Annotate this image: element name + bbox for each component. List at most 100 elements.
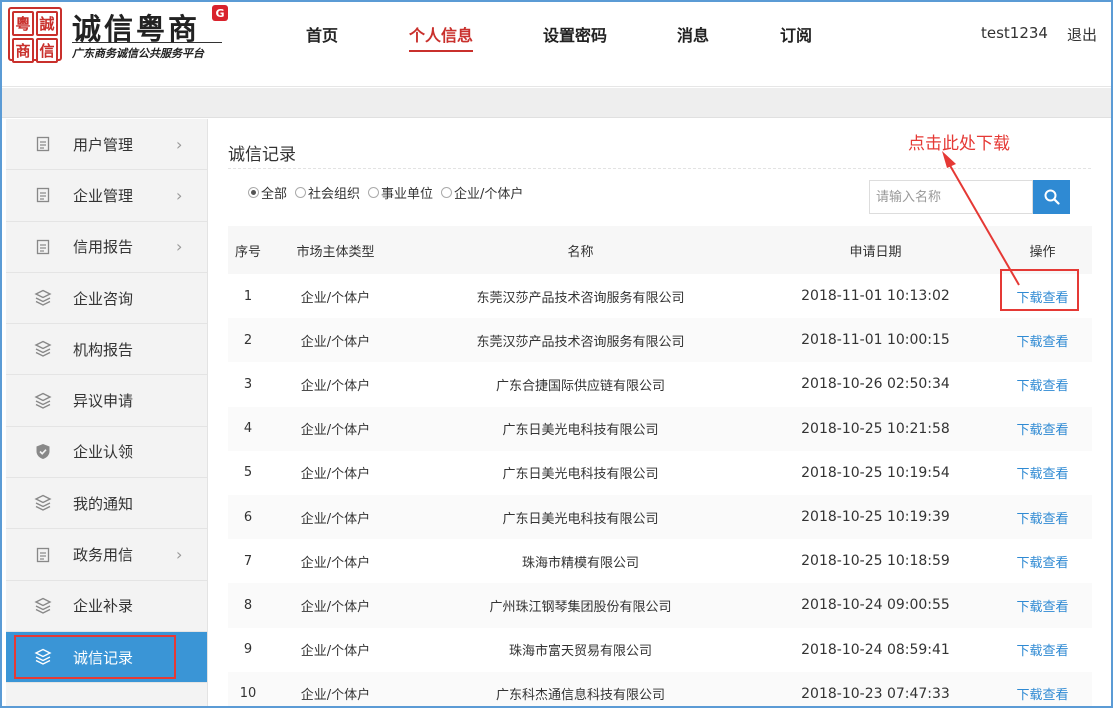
sidebar-item[interactable]: 异议申请 — [6, 375, 207, 427]
page-title: 诚信记录 — [228, 145, 296, 165]
cell-action: 下载查看 — [993, 671, 1092, 706]
sidebar-item[interactable]: 企业补录 — [6, 581, 207, 632]
download-view-link[interactable]: 下载查看 — [1016, 423, 1068, 438]
seal-char: 誠 — [36, 11, 58, 36]
seal-char: 商 — [12, 38, 34, 63]
filter-all[interactable]: 全部 — [248, 183, 287, 202]
cell-name: 东莞汉莎产品技术咨询服务有限公司 — [403, 318, 758, 363]
cell-entity-type: 企业/个体户 — [268, 494, 403, 540]
table-row: 5 企业/个体户 广东日美光电科技有限公司 2018-10-25 10:19:54 下载… — [228, 451, 1092, 495]
download-view-link[interactable]: 下载查看 — [1016, 335, 1068, 350]
user-name[interactable]: test1234 — [981, 24, 1048, 42]
sidebar-item[interactable]: 用户管理 › — [6, 119, 207, 171]
cell-date: 2018-10-23 07:47:33 — [758, 671, 993, 706]
cell-name: 广东科杰通信息科技有限公司 — [403, 671, 758, 706]
table-row: 4 企业/个体户 广东日美光电科技有限公司 2018-10-25 10:21:58 下载… — [228, 406, 1092, 451]
download-view-link[interactable]: 下载查看 — [1016, 644, 1068, 659]
sidebar-item-label: 企业补录 — [73, 597, 134, 616]
nav-home[interactable]: 首页 — [306, 22, 338, 46]
cell-date: 2018-10-25 10:18:59 — [801, 553, 950, 570]
cell-action: 下载查看 — [993, 406, 1092, 451]
logo-badge: G — [212, 5, 228, 21]
logout-link[interactable]: 退出 — [1067, 24, 1097, 45]
chevron-right-icon: › — [176, 185, 183, 205]
table-row: 6 企业/个体户 广东日美光电科技有限公司 2018-10-25 10:19:39 下载… — [228, 494, 1092, 540]
cell-index: 4 — [228, 406, 268, 451]
chevron-right-icon: › — [176, 237, 183, 257]
sidebar-item[interactable]: 信用报告 › — [6, 222, 207, 273]
filter-public-institution[interactable]: 事业单位 — [368, 183, 433, 202]
filter-social-org[interactable]: 社会组织 — [295, 183, 360, 202]
cell-date: 2018-11-01 10:13:02 — [801, 288, 950, 305]
layers-icon — [34, 392, 52, 410]
type-filter: 全部 社会组织 事业单位 企业/个体户 — [248, 183, 529, 202]
header-index: 序号 — [228, 226, 268, 274]
filter-label: 全部 — [261, 187, 288, 202]
search-input[interactable] — [869, 180, 1033, 214]
nav-messages[interactable]: 消息 — [677, 22, 709, 46]
cell-action: 下载查看 — [993, 583, 1092, 628]
sidebar-item-label: 我的通知 — [73, 494, 134, 513]
download-view-link[interactable]: 下载查看 — [1016, 556, 1068, 571]
nav-subscribe[interactable]: 订阅 — [780, 22, 812, 46]
logo-divider — [72, 42, 222, 43]
table-row: 1 企业/个体户 东莞汉莎产品技术咨询服务有限公司 2018-11-01 10:13:… — [228, 274, 1092, 318]
download-view-link[interactable]: 下载查看 — [1016, 291, 1068, 306]
filter-label: 企业/个体户 — [454, 187, 524, 202]
nav-active-underline — [409, 50, 473, 52]
download-view-link[interactable]: 下载查看 — [1016, 467, 1068, 482]
cell-index: 5 — [243, 465, 253, 481]
sidebar-item-label: 信用报告 — [73, 238, 134, 257]
cell-entity-type: 企业/个体户 — [268, 671, 403, 706]
filter-enterprise[interactable]: 企业/个体户 — [441, 183, 523, 202]
layers-icon — [34, 597, 52, 615]
download-view-link[interactable]: 下载查看 — [1016, 512, 1068, 527]
document-icon — [34, 546, 52, 564]
sidebar-item[interactable]: 我的通知 — [6, 478, 207, 530]
annotation-text: 点击此处下载 — [908, 134, 1010, 154]
table-row: 8 企业/个体户 广州珠江钢琴集团股份有限公司 2018-10-24 09:00:55… — [228, 583, 1092, 628]
sidebar-item-label: 机构报告 — [73, 340, 134, 359]
download-view-link[interactable]: 下载查看 — [1016, 600, 1068, 615]
filter-label: 社会组织 — [308, 187, 361, 202]
cell-date: 2018-10-25 10:21:58 — [758, 406, 993, 451]
sidebar-item[interactable]: 企业认领 — [6, 427, 207, 479]
sidebar-item[interactable]: 诚信记录 — [6, 631, 207, 684]
header-date: 申请日期 — [758, 226, 993, 274]
cell-action: 下载查看 — [993, 494, 1092, 540]
document-icon — [34, 135, 52, 153]
cell-name: 广州珠江钢琴集团股份有限公司 — [403, 583, 758, 628]
sidebar-item[interactable]: 企业咨询 — [6, 273, 207, 325]
cell-name: 广东合捷国际供应链有限公司 — [495, 378, 665, 394]
cell-entity-type: 企业/个体户 — [300, 467, 371, 483]
cell-entity-type: 企业/个体户 — [300, 644, 371, 660]
cell-action: 下载查看 — [993, 362, 1092, 406]
search-button[interactable] — [1033, 180, 1070, 214]
cell-entity-type: 企业/个体户 — [268, 583, 403, 628]
cell-name: 广东日美光电科技有限公司 — [403, 406, 758, 451]
download-view-link[interactable]: 下载查看 — [1016, 688, 1068, 703]
chevron-right-icon: › — [176, 134, 183, 154]
app-window: 粵 誠 商 信 诚信粤商 G 广东商务诚信公共服务平台 首页 个人信息 设置密码… — [0, 0, 1113, 708]
cell-index: 6 — [228, 494, 268, 540]
header-action: 操作 — [993, 226, 1092, 274]
nav-set-password[interactable]: 设置密码 — [543, 22, 607, 46]
shield-icon — [34, 443, 52, 461]
cell-entity-type: 企业/个体户 — [268, 406, 403, 451]
sidebar-item[interactable]: 企业管理 › — [6, 170, 207, 222]
sidebar-item[interactable]: 政务用信 › — [6, 529, 207, 581]
cell-name: 珠海市精模有限公司 — [521, 555, 639, 571]
header-strip — [2, 88, 1111, 118]
cell-action: 下载查看 — [993, 274, 1092, 318]
layers-icon — [34, 494, 52, 512]
table-row: 10 企业/个体户 广东科杰通信息科技有限公司 2018-10-23 07:47:33… — [228, 671, 1092, 706]
download-view-link[interactable]: 下载查看 — [1016, 379, 1068, 394]
cell-entity-type: 企业/个体户 — [300, 555, 371, 571]
nav-personal-info[interactable]: 个人信息 — [409, 22, 473, 46]
top-header: 粵 誠 商 信 诚信粤商 G 广东商务诚信公共服务平台 首页 个人信息 设置密码… — [2, 2, 1111, 87]
title-divider — [228, 168, 1091, 169]
table-row: 2 企业/个体户 东莞汉莎产品技术咨询服务有限公司 2018-11-01 10:00:… — [228, 318, 1092, 363]
cell-index: 7 — [243, 553, 253, 569]
sidebar-item[interactable]: 机构报告 — [6, 324, 207, 376]
cell-entity-type: 企业/个体户 — [268, 318, 403, 363]
